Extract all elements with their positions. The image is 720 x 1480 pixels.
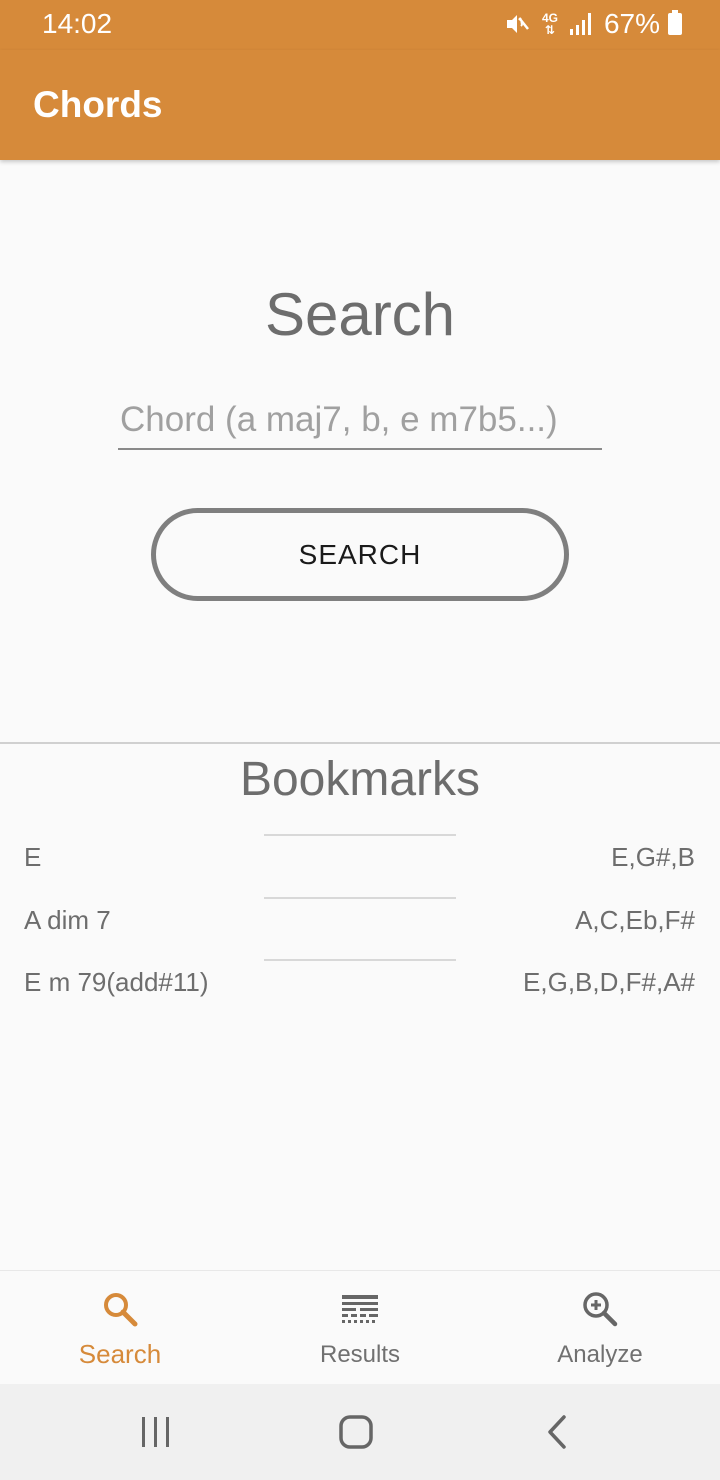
status-time: 14:02 <box>42 8 113 39</box>
nav-tab-search[interactable]: Search <box>0 1271 240 1385</box>
signal-icon <box>569 13 594 35</box>
network-label: 4G <box>541 11 558 25</box>
bookmark-chord-notes: E,G#,B <box>611 842 695 872</box>
mute-icon <box>504 11 530 37</box>
nav-tab-analyze[interactable]: Analyze <box>480 1271 720 1385</box>
back-icon[interactable] <box>536 1410 580 1454</box>
system-navigation-bar <box>0 1384 720 1480</box>
bookmark-chord-notes: E,G,B,D,F#,A# <box>523 967 695 997</box>
bookmark-row[interactable]: A dim 7 A,C,Eb,F# <box>0 897 720 957</box>
battery-percent: 67% <box>603 8 660 39</box>
app-bar: Chords <box>0 50 720 160</box>
bookmark-row[interactable]: E m 79(add#11) E,G,B,D,F#,A# <box>0 959 720 1019</box>
zoom-in-icon <box>580 1289 620 1329</box>
battery-icon <box>668 10 682 35</box>
nav-tab-results[interactable]: Results <box>240 1271 480 1385</box>
search-button[interactable]: SEARCH <box>151 508 569 601</box>
bookmarks-heading: Bookmarks <box>239 753 481 806</box>
nav-label-analyze: Analyze <box>557 1341 643 1368</box>
row-separator <box>264 834 456 836</box>
bookmark-row[interactable]: E E,G#,B <box>0 834 720 894</box>
results-icon <box>340 1289 380 1329</box>
chord-search-input[interactable] <box>118 392 602 450</box>
search-heading: Search <box>264 281 456 348</box>
network-4g-icon: 4G ⇅ <box>541 11 558 37</box>
bookmark-chord-name: E m 79(add#11) <box>24 967 209 997</box>
section-divider <box>0 742 720 744</box>
status-icons: 4G ⇅ 67% <box>504 8 682 40</box>
status-bar: 14:02 4G ⇅ 67% <box>0 0 720 50</box>
bookmark-chord-notes: A,C,Eb,F# <box>575 905 695 935</box>
bookmark-chord-name: E <box>24 842 42 872</box>
bookmark-chord-name: A dim 7 <box>24 905 111 935</box>
row-separator <box>264 897 456 899</box>
bottom-navigation: Search Results Analyze <box>0 1270 720 1384</box>
row-separator <box>264 959 456 961</box>
app-title: Chords <box>33 84 163 125</box>
search-icon <box>100 1289 140 1329</box>
home-icon[interactable] <box>334 1410 378 1454</box>
recent-apps-icon[interactable] <box>134 1410 178 1454</box>
nav-label-search: Search <box>78 1339 162 1369</box>
nav-label-results: Results <box>319 1341 401 1368</box>
